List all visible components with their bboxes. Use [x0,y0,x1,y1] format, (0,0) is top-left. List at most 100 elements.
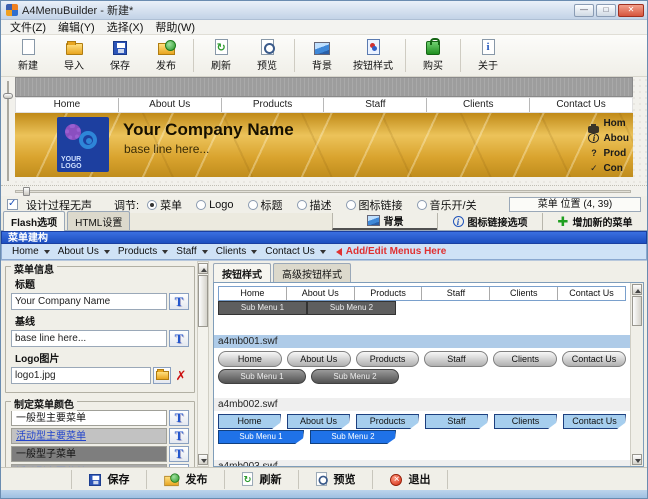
style2-button: Products [356,351,420,367]
preview-menu-item[interactable]: Contact Us [529,98,632,112]
logo-image[interactable]: Your Logo [57,117,109,172]
adjust-radio[interactable]: 图标链接 [346,197,403,213]
dropdown-caret-icon[interactable] [251,250,257,254]
dropdown-caret-icon[interactable] [104,250,110,254]
color-font-button[interactable]: T [169,446,189,462]
side-link-home[interactable]: Hom [588,116,629,130]
menu-bar-item[interactable]: 帮助(W) [150,18,200,36]
menu-builder-item[interactable]: About Us [54,246,114,257]
side-link-contact[interactable]: ✓ Con [588,161,629,175]
color-row-normal-main[interactable]: 一般型主要菜单 [11,410,167,426]
publish-button[interactable]: 发布 [143,36,189,75]
about-button[interactable]: 关于 [465,36,511,75]
menu-bar-item[interactable]: 选择(X) [102,18,149,36]
dropdown-caret-icon[interactable] [162,250,168,254]
adjust-radio[interactable]: 描述 [297,197,332,213]
style-preview-3[interactable]: HomeAbout UsProductsStaffClientsContact … [214,411,630,460]
slider-thumb[interactable] [23,187,30,196]
preview-button[interactable]: 预览 [244,36,290,75]
preview-menu-item[interactable]: Products [221,98,324,112]
menu-builder-item[interactable]: Staff [172,246,211,257]
baseline-input[interactable] [11,330,167,347]
dropdown-caret-icon[interactable] [202,250,208,254]
preview-menu-item[interactable]: Home [16,98,118,112]
adjust-radio[interactable]: 菜单 [147,197,182,213]
style-preview-1[interactable]: HomeAbout UsProductsStaffClientsContact … [214,283,630,335]
base-line-text[interactable]: base line here... [124,142,209,156]
logo-browse-button[interactable] [153,367,171,384]
tab-advanced-button-style[interactable]: 高级按钮样式 [273,263,351,282]
preview-menu-item[interactable]: About Us [118,98,221,112]
logo-input[interactable] [11,367,151,384]
horizontal-position-slider[interactable] [1,185,647,196]
scroll-down-arrow[interactable] [198,454,208,465]
company-name-text[interactable]: Your Company Name [123,120,294,140]
bottom-save-button[interactable]: 保存 [71,470,146,489]
menu-builder-item[interactable]: Clients [212,246,262,257]
menu-item-label: Contact Us [265,246,314,257]
dropdown-caret-icon[interactable] [44,250,50,254]
left-panel-scrollbar[interactable] [197,261,209,467]
slider-thumb[interactable] [3,93,13,99]
logo-remove-button[interactable]: ✗ [173,367,189,384]
scroll-up-arrow[interactable] [198,263,208,274]
style-list-scrollbar[interactable] [630,283,643,466]
close-button[interactable]: ✕ [618,4,644,17]
preview-menu-item[interactable]: Clients [426,98,529,112]
banner-preview[interactable]: Your Logo Your Company Name base line he… [15,113,633,177]
style-file-1[interactable]: a4mb001.swf [214,335,630,348]
menu-builder-item[interactable]: Home [8,246,54,257]
title-input[interactable] [11,293,167,310]
style-file-2[interactable]: a4mb002.swf [214,398,630,411]
bottom-publish-button[interactable]: 发布 [146,470,224,489]
preview-menu-item[interactable]: Staff [323,98,426,112]
style-preview-2[interactable]: HomeAbout UsProductsStaffClientsContact … [214,348,630,398]
adjust-radio[interactable]: 音乐开/关 [417,197,477,213]
button-style-button[interactable]: 按钮样式 [345,36,401,75]
scroll-thumb[interactable] [198,275,208,327]
color-font-button[interactable]: T [169,428,189,444]
bottom-refresh-button[interactable]: 刷新 [224,470,298,489]
color-row-normal-sub[interactable]: 一般型子菜单 [11,446,167,462]
color-row-active-main[interactable]: 活动型主要菜单 [11,428,167,444]
menu-bar-item[interactable]: 文件(Z) [5,18,51,36]
maximize-button[interactable]: □ [596,4,616,17]
style-file-3[interactable]: a4mb003.swf [214,460,630,467]
tab-button-style[interactable]: 按钮样式 [213,263,271,282]
icon-link-options-button[interactable]: i 图标链接选项 [437,213,542,230]
scroll-thumb[interactable] [632,296,642,326]
menu-builder-item[interactable]: Products [114,246,172,257]
scroll-down-arrow[interactable] [632,454,642,465]
app-icon [6,4,18,16]
menu-bar: 文件(Z)编辑(Y)选择(X)帮助(W) [1,20,647,35]
background-button[interactable]: 背景 [299,36,345,75]
bottom-preview-button[interactable]: 预览 [298,470,372,489]
dropdown-caret-icon[interactable] [320,250,326,254]
color-row-active-sub[interactable]: 活动型主要菜单 [11,464,167,467]
menu-builder-item[interactable]: Contact Us [261,246,329,257]
baseline-font-button[interactable]: T [169,330,189,347]
menu-bar-item[interactable]: 编辑(Y) [53,18,100,36]
adjust-radio[interactable]: Logo [196,199,233,211]
color-font-button[interactable]: T [169,464,189,467]
add-menu-button[interactable]: ✚ 增加新的菜单 [542,213,647,230]
vertical-position-slider[interactable] [1,77,15,185]
refresh-button[interactable]: 刷新 [198,36,244,75]
import-button[interactable]: 导入 [51,36,97,75]
adjust-radio[interactable]: 标题 [248,197,283,213]
new-button[interactable]: 新建 [5,36,51,75]
bottom-exit-button[interactable]: 退出 [372,470,448,489]
title-font-button[interactable]: T [169,293,189,310]
color-font-button[interactable]: T [169,410,189,426]
side-link-about[interactable]: i Abou [588,131,629,145]
tab-html-settings[interactable]: HTML设置 [67,211,130,230]
mute-checkbox[interactable] [7,199,18,210]
buy-button[interactable]: 购买 [410,36,456,75]
save-button[interactable]: 保存 [97,36,143,75]
tab-flash-options[interactable]: Flash选项 [3,211,65,231]
side-link-products[interactable]: ? Prod [588,146,629,160]
scroll-up-arrow[interactable] [632,284,642,295]
style3-button: Staff [425,414,488,429]
background-action-button[interactable]: 背景 [332,213,437,230]
minimize-button[interactable]: — [574,4,594,17]
